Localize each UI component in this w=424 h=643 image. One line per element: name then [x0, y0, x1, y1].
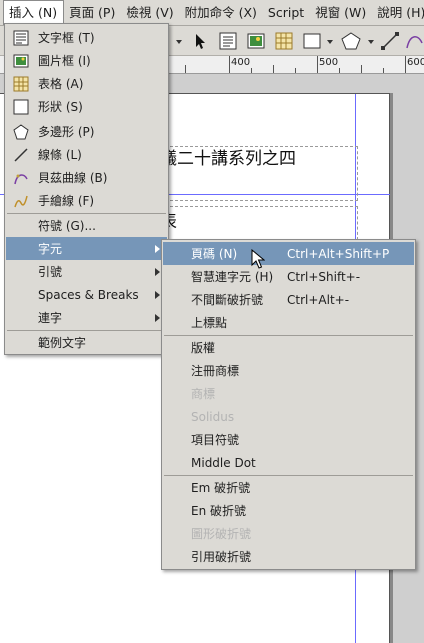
menu-script[interactable]: Script [263, 1, 310, 25]
menu-item-text-frame[interactable]: 文字框 (T) [6, 26, 167, 49]
ruler-tick [405, 56, 406, 73]
ruler-tick [361, 65, 362, 73]
text-frame-tool-icon[interactable] [218, 31, 238, 51]
menu-item-glyph[interactable]: 符號 (G)... [6, 214, 167, 237]
submenu-arrow-icon [155, 244, 160, 253]
submenu-item-solidus: Solidus [191, 409, 235, 424]
character-submenu: 頁碼 (N) Ctrl+Alt+Shift+P 智慧連字元 (H) Ctrl+S… [161, 239, 416, 570]
shape-tool-icon[interactable] [302, 31, 322, 51]
submenu-item-en-dash[interactable]: En 破折號 [163, 499, 414, 522]
ruler-label-600: 600 [407, 57, 424, 68]
menu-item-shape[interactable]: 形狀 (S) [6, 95, 167, 118]
shortcut-label: Ctrl+Alt+Shift+P [287, 246, 390, 261]
menu-extras[interactable]: 附加命令 (X) [180, 1, 263, 25]
line-icon [13, 147, 29, 163]
ruler-tick [185, 65, 186, 73]
menu-item-quote[interactable]: 引號 [6, 260, 167, 283]
line-tool-icon[interactable] [380, 31, 400, 51]
submenu-item-figure-dash: 圖形破折號 [191, 527, 252, 541]
ruler-label-500: 500 [319, 57, 339, 68]
submenu-item-page-number[interactable]: 頁碼 (N) Ctrl+Alt+Shift+P [163, 242, 414, 265]
document-heading: 議二十講系列之四 [160, 149, 296, 169]
submenu-arrow-icon [155, 267, 160, 276]
shape-dropdown-icon[interactable] [325, 31, 335, 51]
freehand-icon [13, 193, 29, 209]
table-tool-icon[interactable] [274, 31, 294, 51]
bezier-tool-icon[interactable] [404, 31, 424, 51]
polygon-dropdown-icon[interactable] [366, 31, 376, 51]
ruler-tick [229, 56, 230, 73]
submenu-item-registered[interactable]: 注冊商標 [163, 359, 414, 382]
submenu-item-copyright[interactable]: 版權 [163, 336, 414, 359]
ruler-tick [383, 68, 384, 73]
ruler-tick [295, 68, 296, 73]
image-frame-icon [13, 53, 29, 69]
menu-item-freehand[interactable]: 手繪線 (F) [6, 189, 167, 212]
menu-item-ligature[interactable]: 連字 [6, 306, 167, 329]
shape-icon [13, 99, 29, 115]
shortcut-label: Ctrl+Alt+- [287, 292, 350, 307]
menu-item-sample-text[interactable]: 範例文字 [6, 331, 167, 354]
submenu-arrow-icon [155, 290, 160, 299]
menu-item-table[interactable]: 表格 (A) [6, 72, 167, 95]
menu-item-spaces-breaks[interactable]: Spaces & Breaks [6, 283, 167, 306]
menu-page[interactable]: 頁面 (P) [64, 1, 121, 25]
ruler-tick [251, 68, 252, 73]
dropdown-arrow-icon[interactable] [174, 31, 184, 51]
menu-item-line[interactable]: 線條 (L) [6, 143, 167, 166]
ruler-tick [273, 65, 274, 73]
text-frame-icon [13, 30, 29, 46]
menu-item-image-frame[interactable]: 圖片框 (I) [6, 49, 167, 72]
submenu-item-trademark: 商標 [191, 387, 216, 401]
text-frame[interactable] [150, 206, 358, 240]
ruler-tick [339, 68, 340, 73]
submenu-item-smart-hyphen[interactable]: 智慧連字元 (H) Ctrl+Shift+- [163, 265, 414, 288]
menu-item-polygon[interactable]: 多邊形 (P) [6, 120, 167, 143]
ruler-tick [317, 56, 318, 73]
menu-item-bezier[interactable]: 貝茲曲線 (B) [6, 166, 167, 189]
mouse-cursor-icon [251, 249, 265, 269]
submenu-item-middle-dot[interactable]: Middle Dot [163, 451, 414, 474]
submenu-item-em-dash[interactable]: Em 破折號 [163, 476, 414, 499]
polygon-icon [13, 123, 29, 140]
menu-insert[interactable]: 插入 (N) [3, 0, 65, 25]
insert-menu: 文字框 (T) 圖片框 (I) 表格 (A) 形狀 (S) 多邊形 (P) 線條… [4, 23, 169, 355]
menu-view[interactable]: 檢視 (V) [121, 1, 179, 25]
menu-window[interactable]: 視窗 (W) [310, 1, 372, 25]
polygon-tool-icon[interactable] [340, 31, 362, 51]
select-pointer-icon[interactable] [192, 31, 208, 51]
submenu-item-nonbreaking-dash[interactable]: 不間斷破折號 Ctrl+Alt+- [163, 288, 414, 311]
shortcut-label: Ctrl+Shift+- [287, 269, 361, 284]
submenu-item-quotation-dash[interactable]: 引用破折號 [163, 545, 414, 568]
submenu-item-bullet[interactable]: 項目符號 [163, 428, 414, 451]
image-frame-tool-icon[interactable] [246, 31, 266, 51]
menu-item-character[interactable]: 字元 [6, 237, 167, 260]
submenu-arrow-icon [155, 313, 160, 322]
table-icon [13, 76, 29, 92]
menu-help[interactable]: 說明 (H) [372, 1, 424, 25]
submenu-item-superscript-dot[interactable]: 上標點 [163, 311, 414, 334]
bezier-icon [13, 170, 29, 186]
ruler-label-400: 400 [231, 57, 251, 68]
